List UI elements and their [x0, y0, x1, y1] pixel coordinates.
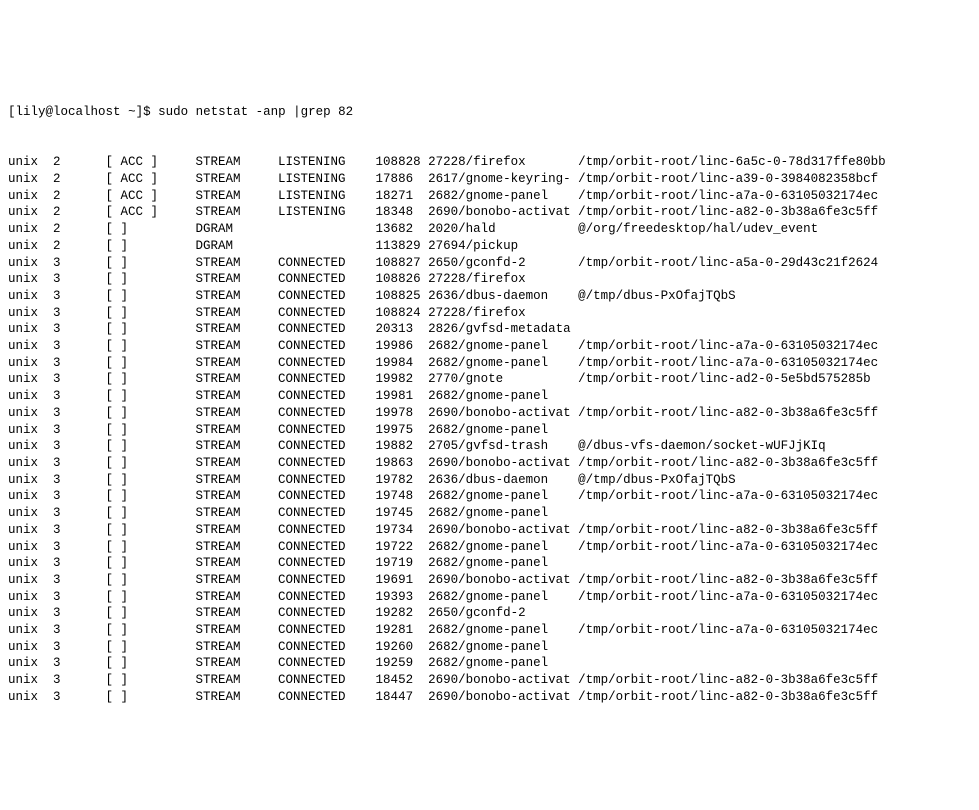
- output-row: unix 2 [ ] DGRAM 113829 27694/pickup: [8, 238, 971, 255]
- output-row: unix 2 [ ACC ] STREAM LISTENING 18348 26…: [8, 204, 971, 221]
- prompt-dollar: $: [143, 105, 151, 119]
- output-row: unix 3 [ ] STREAM CONNECTED 19260 2682/g…: [8, 639, 971, 656]
- prompt-user-host: lily@localhost: [16, 105, 121, 119]
- output-row: unix 3 [ ] STREAM CONNECTED 19691 2690/b…: [8, 572, 971, 589]
- output-row: unix 2 [ ACC ] STREAM LISTENING 17886 26…: [8, 171, 971, 188]
- prompt-line[interactable]: [lily@localhost ~]$ sudo netstat -anp |g…: [8, 104, 971, 121]
- terminal-window[interactable]: [lily@localhost ~]$ sudo netstat -anp |g…: [8, 71, 971, 722]
- output-row: unix 3 [ ] STREAM CONNECTED 19748 2682/g…: [8, 488, 971, 505]
- output-row: unix 3 [ ] STREAM CONNECTED 19782 2636/d…: [8, 472, 971, 489]
- output-row: unix 2 [ ] DGRAM 13682 2020/hald @/org/f…: [8, 221, 971, 238]
- output-row: unix 2 [ ACC ] STREAM LISTENING 18271 26…: [8, 188, 971, 205]
- output-row: unix 3 [ ] STREAM CONNECTED 19882 2705/g…: [8, 438, 971, 455]
- prompt-bracket-open: [: [8, 105, 16, 119]
- prompt-bracket-close: ]: [136, 105, 144, 119]
- output-row: unix 3 [ ] STREAM CONNECTED 19863 2690/b…: [8, 455, 971, 472]
- output-row: unix 3 [ ] STREAM CONNECTED 19975 2682/g…: [8, 422, 971, 439]
- output-row: unix 3 [ ] STREAM CONNECTED 19982 2770/g…: [8, 371, 971, 388]
- output-row: unix 3 [ ] STREAM CONNECTED 19978 2690/b…: [8, 405, 971, 422]
- output-row: unix 3 [ ] STREAM CONNECTED 18447 2690/b…: [8, 689, 971, 706]
- command-input[interactable]: sudo netstat -anp |grep 82: [158, 105, 353, 119]
- output-row: unix 3 [ ] STREAM CONNECTED 19745 2682/g…: [8, 505, 971, 522]
- output-row: unix 3 [ ] STREAM CONNECTED 19393 2682/g…: [8, 589, 971, 606]
- prompt-dir: ~: [128, 105, 136, 119]
- output-row: unix 3 [ ] STREAM CONNECTED 19981 2682/g…: [8, 388, 971, 405]
- output-row: unix 3 [ ] STREAM CONNECTED 19719 2682/g…: [8, 555, 971, 572]
- output-row: unix 3 [ ] STREAM CONNECTED 19281 2682/g…: [8, 622, 971, 639]
- output-row: unix 3 [ ] STREAM CONNECTED 19282 2650/g…: [8, 605, 971, 622]
- output-row: unix 3 [ ] STREAM CONNECTED 108825 2636/…: [8, 288, 971, 305]
- output-row: unix 3 [ ] STREAM CONNECTED 19986 2682/g…: [8, 338, 971, 355]
- output-row: unix 3 [ ] STREAM CONNECTED 19734 2690/b…: [8, 522, 971, 539]
- output-row: unix 3 [ ] STREAM CONNECTED 108826 27228…: [8, 271, 971, 288]
- output-row: unix 3 [ ] STREAM CONNECTED 108827 2650/…: [8, 255, 971, 272]
- output-row: unix 3 [ ] STREAM CONNECTED 20313 2826/g…: [8, 321, 971, 338]
- output-row: unix 3 [ ] STREAM CONNECTED 19259 2682/g…: [8, 655, 971, 672]
- output-row: unix 3 [ ] STREAM CONNECTED 19722 2682/g…: [8, 539, 971, 556]
- output-row: unix 3 [ ] STREAM CONNECTED 19984 2682/g…: [8, 355, 971, 372]
- output-row: unix 3 [ ] STREAM CONNECTED 108824 27228…: [8, 305, 971, 322]
- output-row: unix 2 [ ACC ] STREAM LISTENING 108828 2…: [8, 154, 971, 171]
- output-row: unix 3 [ ] STREAM CONNECTED 18452 2690/b…: [8, 672, 971, 689]
- command-output: unix 2 [ ACC ] STREAM LISTENING 108828 2…: [8, 154, 971, 705]
